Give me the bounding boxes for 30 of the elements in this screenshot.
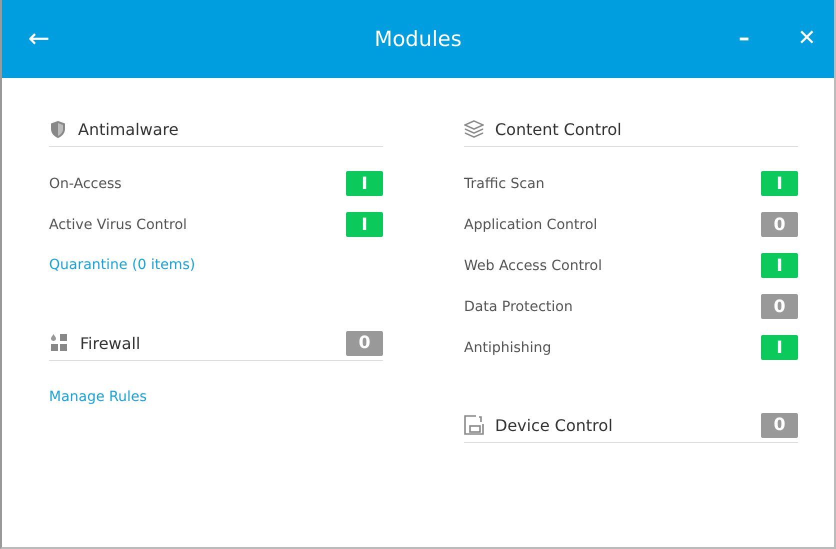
shield-icon xyxy=(49,120,67,138)
toggle-switch[interactable]: I xyxy=(346,171,383,196)
module-label: Traffic Scan xyxy=(464,176,546,192)
window-title: Modules xyxy=(374,27,462,51)
toggle-switch[interactable]: I xyxy=(346,212,383,237)
device-icon xyxy=(464,415,484,435)
module-label: Application Control xyxy=(464,216,598,232)
toggle-switch[interactable]: 0 xyxy=(346,330,383,356)
close-button[interactable]: ✕ xyxy=(798,28,816,50)
toggle-switch[interactable]: 0 xyxy=(761,212,798,237)
blocks-icon xyxy=(49,333,69,353)
section-title: Content Control xyxy=(495,120,623,138)
module-label: Antiphishing xyxy=(464,340,552,356)
toggle-switch[interactable]: I xyxy=(761,335,798,360)
module-link[interactable]: Quarantine (0 items) xyxy=(49,245,196,286)
module-link[interactable]: Manage Rules xyxy=(49,377,147,418)
toggle-switch[interactable]: 0 xyxy=(761,294,798,319)
module-label: Active Virus Control xyxy=(49,216,188,232)
minimize-button[interactable]: – xyxy=(738,28,750,50)
module-label: On-Access xyxy=(49,176,123,192)
layers-icon xyxy=(464,120,484,138)
module-label: Data Protection xyxy=(464,298,574,314)
toggle-switch[interactable]: I xyxy=(761,171,798,196)
toggle-switch[interactable]: 0 xyxy=(761,412,798,438)
section-title: Firewall xyxy=(80,334,142,352)
section-title: Antimalware xyxy=(78,120,180,138)
module-label: Web Access Control xyxy=(464,258,603,274)
back-button[interactable]: ← xyxy=(28,26,50,52)
toggle-switch[interactable]: I xyxy=(761,253,798,278)
section-title: Device Control xyxy=(495,416,614,434)
